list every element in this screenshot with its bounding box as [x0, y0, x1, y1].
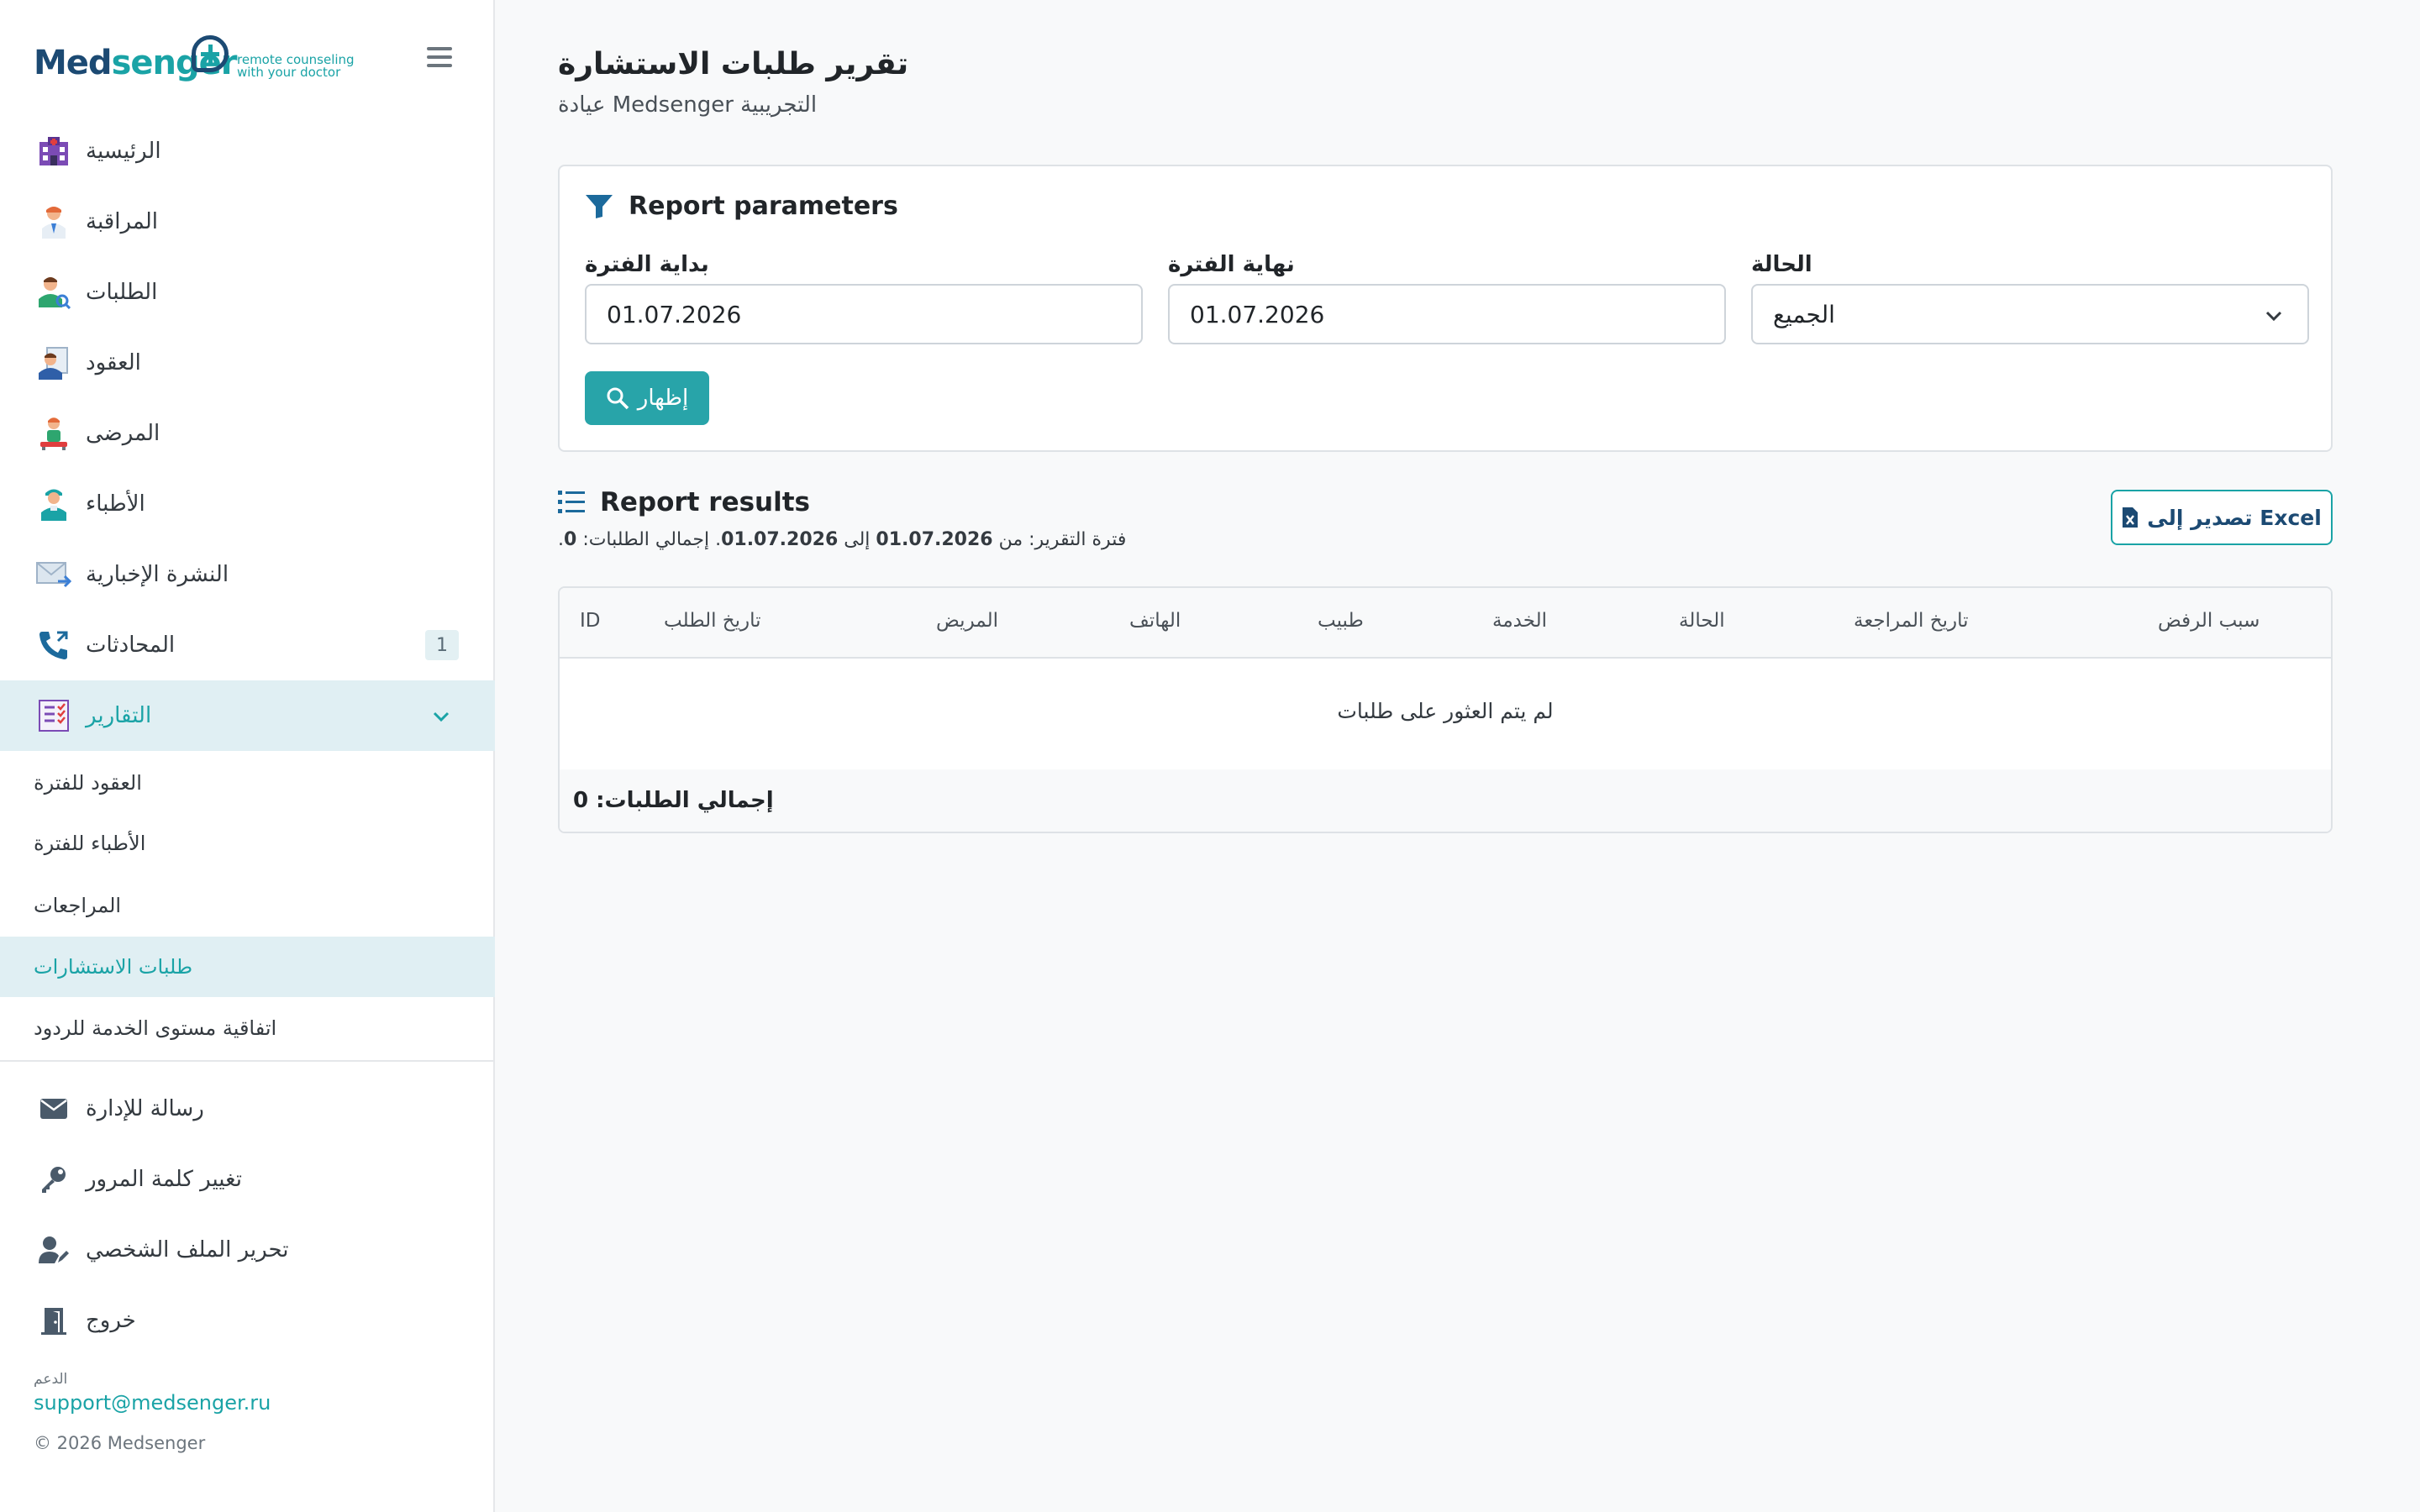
report-icon: [35, 697, 72, 734]
sidebar-subitem-consultation-requests[interactable]: طلبات الاستشارات: [0, 937, 495, 997]
status-select[interactable]: الجميع: [1751, 284, 2309, 344]
logo-tagline: remote counseling with your doctor: [237, 52, 355, 80]
empty-state-text: لم يتم العثور على طلبات: [1337, 699, 1554, 723]
end-date-field[interactable]: 01.07.2026: [1168, 284, 1726, 344]
table-footer: إجمالي الطلبات: 0: [560, 769, 2331, 832]
sidebar-subitem-doctors-period[interactable]: الأطباء للفترة: [0, 813, 495, 874]
sidebar-separator: [0, 1060, 495, 1062]
sidebar-item-logout[interactable]: خروج: [0, 1285, 495, 1356]
search-icon: [607, 387, 629, 410]
sidebar-item-newsletter[interactable]: النشرة الإخبارية: [0, 539, 495, 610]
sidebar-item-change-password[interactable]: تغيير كلمة المرور: [0, 1144, 495, 1215]
envelope-icon: [35, 1090, 72, 1127]
list-icon: [558, 491, 585, 513]
sidebar-item-contracts[interactable]: العقود: [0, 328, 495, 398]
sidebar-item-patients[interactable]: المرضى: [0, 398, 495, 469]
support-email-link[interactable]: support@medsenger.ru: [34, 1391, 271, 1415]
medsenger-logo[interactable]: Medsenger remote counseling with your doc…: [34, 32, 370, 91]
sidebar-item-physicians[interactable]: الأطباء: [0, 469, 495, 539]
column-header-service[interactable]: الخدمة: [1492, 610, 1547, 632]
sidebar-item-label: التقارير: [86, 703, 152, 728]
report-parameters-heading: Report parameters: [585, 192, 898, 221]
sidebar-item-label: تحرير الملف الشخصي: [86, 1237, 289, 1263]
user-search-icon: [35, 274, 72, 311]
column-header-phone[interactable]: الهاتف: [1129, 610, 1181, 632]
chevron-down-icon: [2265, 311, 2282, 322]
sidebar-item-label: العقود: [86, 350, 141, 375]
export-excel-button[interactable]: تصدير إلى Excel: [2111, 490, 2333, 545]
key-icon: [35, 1161, 72, 1198]
status-label: الحالة: [1751, 252, 1812, 277]
sidebar: Medsenger remote counseling with your doc…: [0, 0, 495, 1512]
status-select-value: الجميع: [1773, 300, 1835, 328]
excel-file-icon: [2123, 507, 2139, 528]
sidebar-item-edit-profile[interactable]: تحرير الملف الشخصي: [0, 1215, 495, 1285]
filter-icon: [586, 194, 613, 218]
sidebar-item-label: المحادثات: [86, 633, 176, 658]
user-edit-icon: [35, 1231, 72, 1268]
physician-icon: [35, 486, 72, 522]
sidebar-item-label: تغيير كلمة المرور: [86, 1167, 242, 1192]
hospital-icon: [35, 133, 72, 170]
sidebar-item-message-admin[interactable]: رسالة للإدارة: [0, 1074, 495, 1144]
report-parameters-card: Report parameters بداية الفترة 01.07.202…: [558, 165, 2333, 452]
report-results-heading: Report results: [558, 487, 810, 517]
sidebar-item-monitoring[interactable]: المراقبة: [0, 186, 495, 257]
table-header: ID تاريخ الطلب المريض الهاتف طبيب الخدمة…: [560, 588, 2331, 659]
sidebar-item-label: المراقبة: [86, 209, 158, 234]
sidebar-item-label: الطلبات: [86, 280, 158, 305]
results-table: ID تاريخ الطلب المريض الهاتف طبيب الخدمة…: [558, 586, 2333, 833]
column-header-doctor[interactable]: طبيب: [1318, 610, 1364, 632]
report-period-text: .فترة التقرير: من 01.07.2026 إلى 01.07.2…: [558, 529, 1127, 550]
column-header-patient[interactable]: المريض: [936, 610, 998, 632]
sidebar-subitem-reviews[interactable]: المراجعات: [0, 875, 495, 936]
end-date-label: نهاية الفترة: [1168, 252, 1295, 277]
column-header-status[interactable]: الحالة: [1679, 610, 1725, 632]
patient-icon: [35, 415, 72, 452]
chevron-down-icon[interactable]: [429, 704, 454, 729]
menu-toggle-icon[interactable]: [427, 47, 452, 69]
page-title: تقرير طلبات الاستشارة: [558, 47, 909, 81]
column-header-request-date[interactable]: تاريخ الطلب: [664, 610, 761, 632]
sidebar-item-label: خروج: [86, 1308, 136, 1333]
logo-plus-icon: [192, 35, 229, 72]
sidebar-item-chats[interactable]: المحادثات 1: [0, 610, 495, 680]
column-header-review-date[interactable]: تاريخ المراجعة: [1854, 610, 1969, 632]
sidebar-item-label: النشرة الإخبارية: [86, 562, 229, 587]
page-subtitle: عيادة Medsenger التجريبية: [558, 92, 818, 118]
sidebar-item-label: رسالة للإدارة: [86, 1096, 204, 1121]
support-caption: الدعم: [34, 1371, 68, 1388]
contract-icon: [35, 344, 72, 381]
door-exit-icon: [35, 1302, 72, 1339]
sidebar-item-requests[interactable]: الطلبات: [0, 257, 495, 328]
mail-forward-icon: [35, 556, 72, 593]
show-report-button[interactable]: إظهار: [585, 371, 709, 425]
sidebar-item-reports[interactable]: التقارير: [0, 680, 495, 751]
sidebar-item-home[interactable]: الرئيسية: [0, 116, 495, 186]
copyright: © 2026 Medsenger: [34, 1433, 206, 1453]
unread-count-badge: 1: [425, 630, 459, 660]
sidebar-item-label: المرضى: [86, 421, 160, 446]
sidebar-item-label: الرئيسية: [86, 139, 161, 164]
column-header-id[interactable]: ID: [580, 610, 601, 632]
sidebar-item-label: الأطباء: [86, 491, 145, 517]
doctor-icon: [35, 203, 72, 240]
start-date-label: بداية الفترة: [585, 252, 709, 277]
sidebar-subitem-contracts-period[interactable]: العقود للفترة: [0, 753, 495, 813]
phone-icon: [35, 627, 72, 664]
column-header-rejection-reason[interactable]: سبب الرفض: [2158, 610, 2260, 632]
sidebar-subitem-response-sla[interactable]: اتفاقية مستوى الخدمة للردود: [0, 998, 495, 1058]
footer-total: إجمالي الطلبات: 0: [573, 788, 774, 813]
start-date-field[interactable]: 01.07.2026: [585, 284, 1143, 344]
